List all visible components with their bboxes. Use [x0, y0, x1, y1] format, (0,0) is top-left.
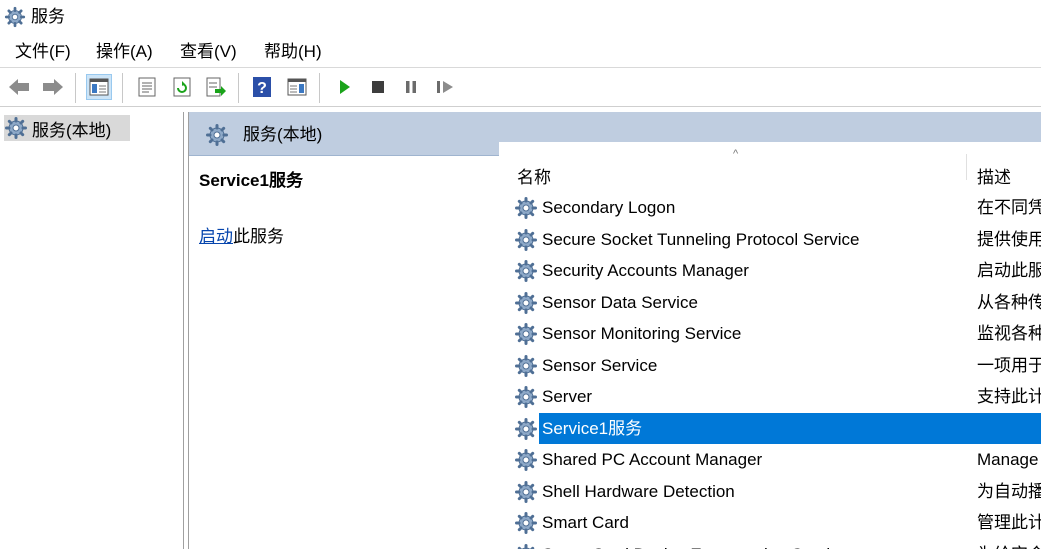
- window-title: 服务: [31, 7, 65, 26]
- service-name: Shell Hardware Detection: [542, 481, 735, 501]
- gear-icon: [515, 449, 537, 471]
- export-list-icon[interactable]: [203, 74, 229, 100]
- column-header-description[interactable]: 描述: [977, 163, 1011, 188]
- service-row[interactable]: Security Accounts Manager 启动此服: [499, 255, 1041, 286]
- gear-icon: [206, 124, 228, 146]
- stop-service-icon[interactable]: [365, 74, 391, 100]
- service-action: 启动此服务: [199, 222, 284, 247]
- service-row[interactable]: Shell Hardware Detection 为自动播: [499, 476, 1041, 507]
- start-service-link[interactable]: 启动: [199, 227, 233, 246]
- service-name: Smart Card: [542, 513, 629, 532]
- service-row[interactable]: Smart Card Device Enumeration Service 为给定…: [499, 539, 1041, 549]
- service-row[interactable]: Shared PC Account Manager Manage: [499, 444, 1041, 475]
- service-action-text: 此服务: [233, 227, 284, 246]
- service-description: 启动此服: [977, 261, 1041, 280]
- gear-icon: [515, 480, 537, 503]
- gear-icon: [515, 197, 537, 219]
- gear-icon: [515, 260, 537, 282]
- restart-service-icon[interactable]: [433, 74, 459, 100]
- help-icon[interactable]: ?: [249, 74, 275, 100]
- service-description: 在不同凭: [977, 198, 1041, 217]
- service-name: Sensor Service: [542, 355, 658, 375]
- gear-icon: [515, 228, 537, 251]
- gear-icon: [515, 323, 537, 345]
- service-name: Secondary Logon: [542, 198, 676, 217]
- console-tree: 服务(本地): [0, 112, 184, 549]
- service-name: Shared PC Account Manager: [542, 450, 763, 469]
- menu-help[interactable]: 帮助(H): [262, 41, 324, 63]
- gear-icon: [515, 386, 537, 408]
- service-name: Sensor Monitoring Service: [542, 324, 742, 343]
- list-header: ^ 名称 描述: [499, 142, 1041, 187]
- service-row[interactable]: Secure Socket Tunneling Protocol Service…: [499, 224, 1041, 255]
- properties-icon[interactable]: [134, 74, 160, 100]
- service-description: 监视各种: [977, 324, 1041, 343]
- service-description: 提供使用: [977, 229, 1041, 249]
- services-list: ^ 名称 描述 Secondary Logon 在不同凭 Secure Socket…: [499, 142, 1041, 549]
- service-name: Sensor Data Service: [542, 292, 698, 312]
- service-row[interactable]: Server 支持此计: [499, 381, 1041, 412]
- service-description: 从各种传: [977, 292, 1041, 312]
- gear-icon: [4, 6, 26, 28]
- service-row[interactable]: Service1服务: [499, 412, 1041, 444]
- column-header-name[interactable]: 名称: [517, 163, 551, 188]
- services-pane: 服务(本地) Service1服务 启动此服务 ^ 名称 描述 Secondar…: [188, 112, 1041, 549]
- service-row[interactable]: Sensor Monitoring Service 监视各种: [499, 318, 1041, 349]
- refresh-icon[interactable]: [169, 74, 195, 100]
- service-detail-title: Service1服务: [199, 171, 303, 190]
- service-row[interactable]: Smart Card 管理此计: [499, 507, 1041, 538]
- service-description: 为自动播: [977, 481, 1041, 501]
- menu-file[interactable]: 文件(F): [13, 41, 73, 63]
- gear-icon: [515, 512, 537, 534]
- gear-icon: [5, 117, 27, 139]
- svg-text:?: ?: [257, 80, 267, 97]
- gear-icon: [515, 291, 537, 314]
- service-name: Security Accounts Manager: [542, 261, 749, 280]
- service-row[interactable]: Sensor Service 一项用于: [499, 350, 1041, 381]
- gear-icon: [515, 354, 537, 377]
- show-pane-icon[interactable]: [284, 74, 310, 100]
- menu-action[interactable]: 操作(A): [94, 41, 155, 63]
- service-row[interactable]: Secondary Logon 在不同凭: [499, 192, 1041, 223]
- tree-item-label: 服务(本地): [32, 120, 112, 140]
- service-name: Smart Card Device Enumeration Service: [542, 544, 848, 549]
- service-detail-panel: Service1服务 启动此服务: [189, 156, 499, 549]
- tree-item-services-local[interactable]: 服务(本地): [4, 115, 130, 141]
- service-name: Secure Socket Tunneling Protocol Service: [542, 229, 860, 249]
- gear-icon: [515, 543, 537, 549]
- service-row[interactable]: Sensor Data Service 从各种传: [499, 287, 1041, 318]
- toolbar: ?: [0, 69, 1041, 107]
- title-bar: 服务: [0, 0, 1041, 36]
- service-description: Manage: [977, 450, 1039, 469]
- console-tree-icon[interactable]: [86, 74, 112, 100]
- menu-bar: 文件(F) 操作(A) 查看(V) 帮助(H): [0, 36, 1041, 68]
- service-description: 为给定会: [977, 544, 1041, 549]
- gear-icon: [515, 417, 537, 440]
- pause-service-icon[interactable]: [398, 74, 424, 100]
- service-description: 一项用于: [977, 355, 1041, 375]
- start-service-icon[interactable]: [331, 74, 357, 100]
- pane-header-title: 服务(本地): [243, 125, 323, 144]
- forward-arrow-icon[interactable]: [40, 74, 66, 100]
- service-description: 支持此计: [977, 387, 1041, 406]
- menu-view[interactable]: 查看(V): [178, 41, 239, 63]
- service-description: 管理此计: [977, 513, 1041, 532]
- service-name: Service1服务: [542, 418, 643, 438]
- back-arrow-icon[interactable]: [6, 74, 32, 100]
- sort-indicator: ^: [733, 148, 739, 160]
- service-name: Server: [542, 387, 593, 406]
